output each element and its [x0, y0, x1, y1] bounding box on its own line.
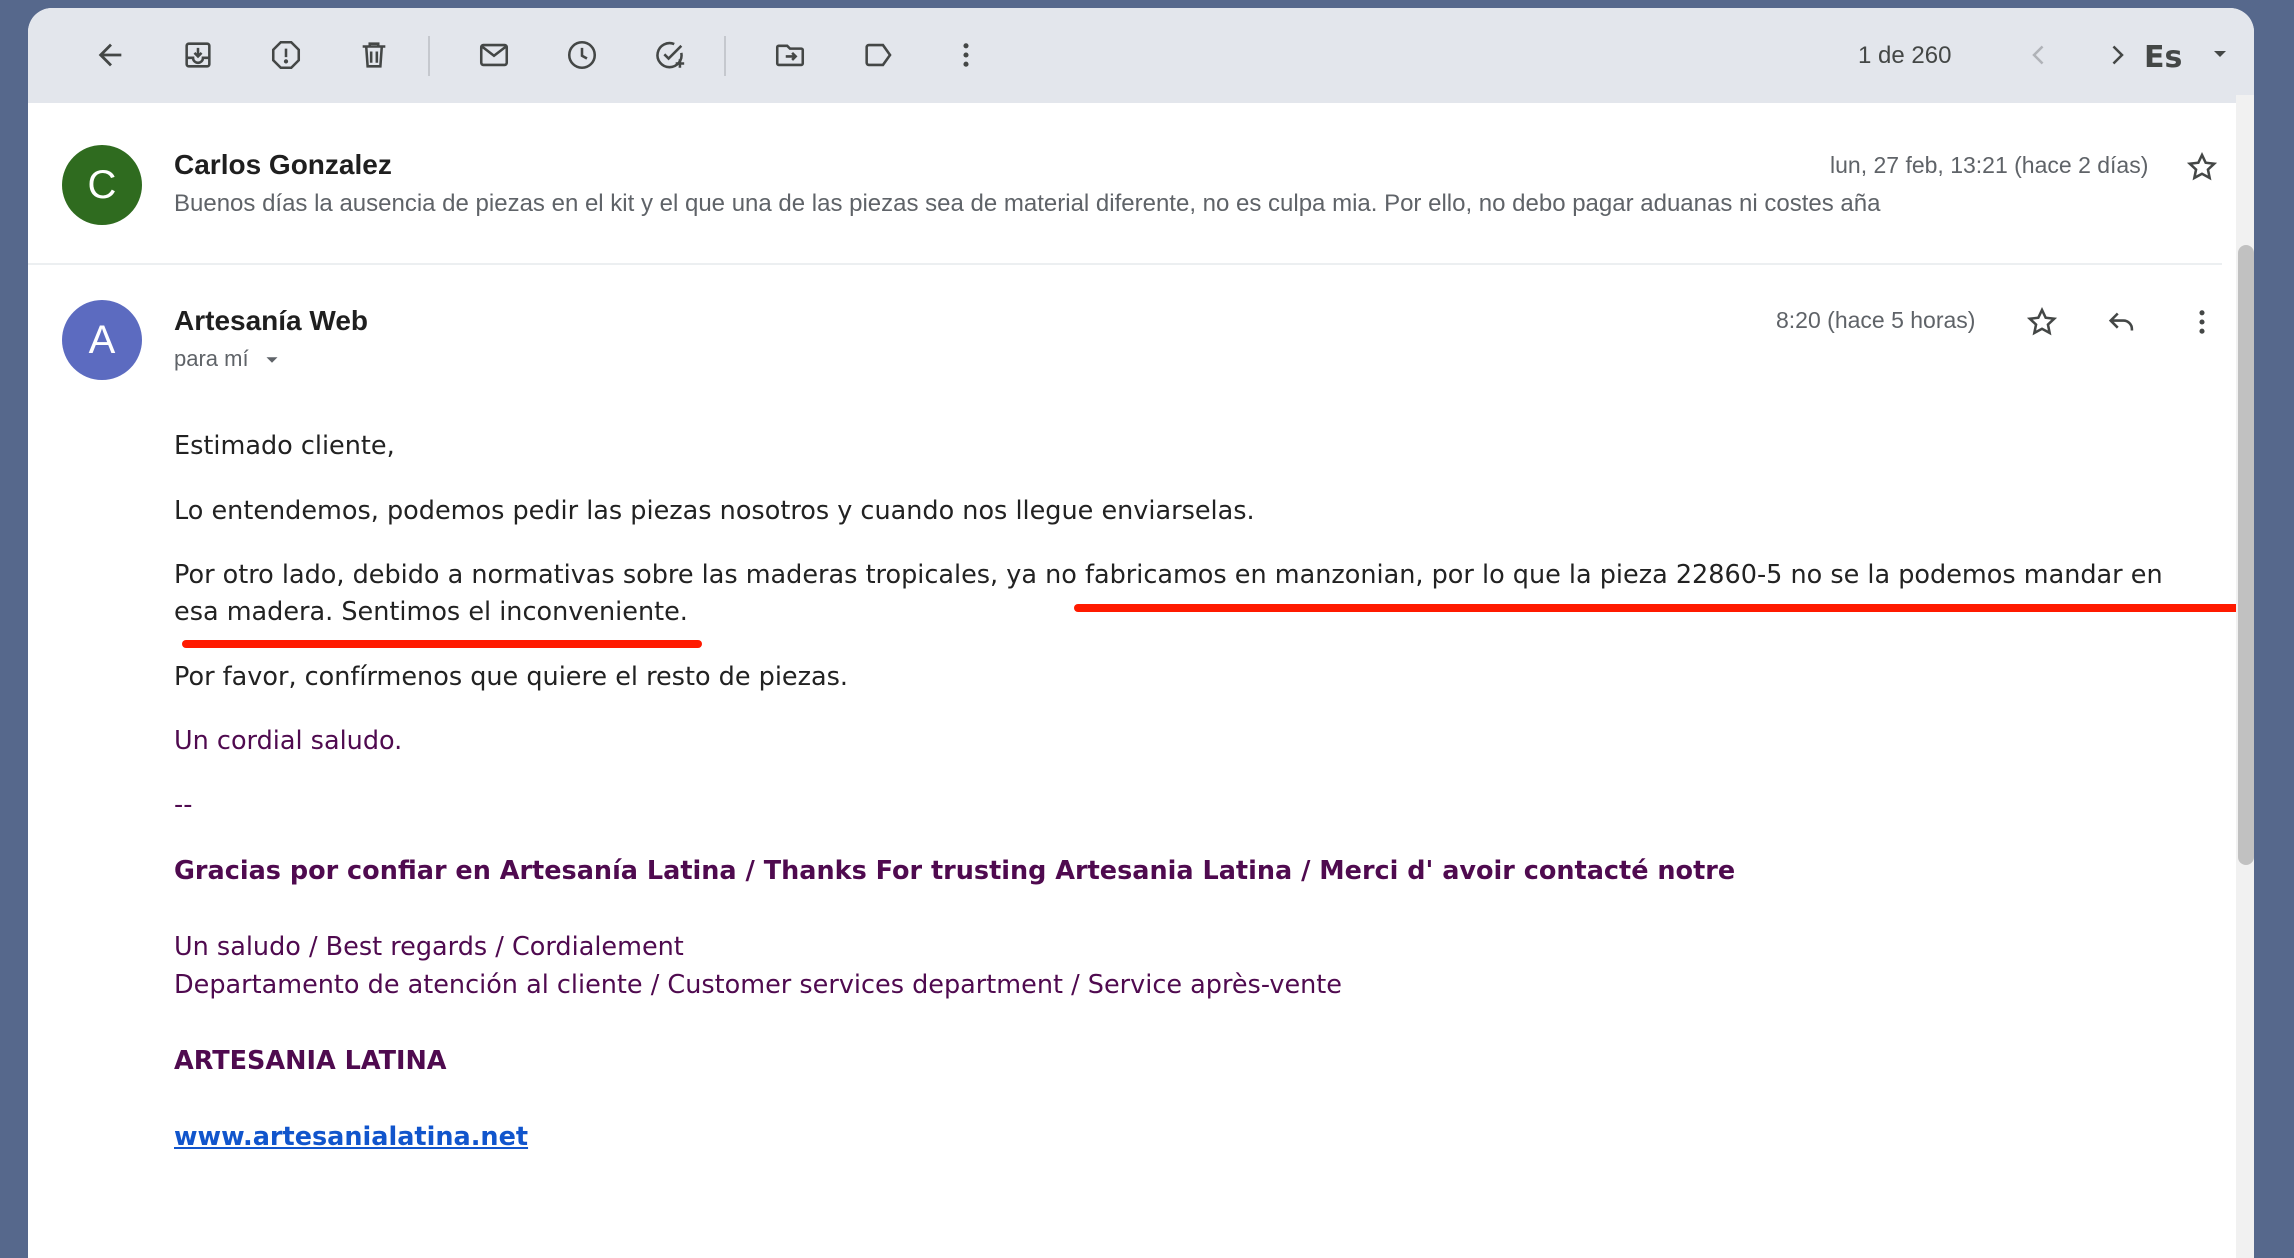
reply-icon[interactable]	[2102, 302, 2142, 342]
input-language-selector[interactable]: Es	[2144, 40, 2182, 75]
toolbar-divider	[724, 36, 726, 76]
star-icon[interactable]	[2182, 147, 2222, 187]
signature-company: ARTESANIA LATINA	[174, 1046, 447, 1076]
red-underline-annotation	[1074, 604, 2240, 612]
collapsed-message[interactable]: C Carlos Gonzalez Buenos días la ausenci…	[28, 103, 2222, 265]
message-snippet: Buenos días la ausencia de piezas en el …	[174, 190, 1881, 217]
toolbar-divider	[428, 36, 430, 76]
pager-count: 1 de 260	[1858, 42, 1952, 69]
delete-icon[interactable]	[350, 31, 398, 79]
scrollbar-thumb[interactable]	[2238, 245, 2254, 865]
more-vert-icon[interactable]	[942, 31, 990, 79]
avatar: A	[62, 300, 142, 380]
body-paragraph: Por favor, confírmenos que quiere el res…	[174, 662, 849, 692]
red-underline-annotation	[182, 640, 702, 648]
move-to-icon[interactable]	[766, 31, 814, 79]
message-date: 8:20 (hace 5 horas)	[1776, 307, 1976, 333]
older-chevron-icon[interactable]	[2093, 31, 2141, 79]
avatar: C	[62, 145, 142, 225]
message-date: lun, 27 feb, 13:21 (hace 2 días)	[1830, 152, 2149, 178]
caret-down-icon[interactable]	[2208, 42, 2232, 66]
signature-regards: Un saludo / Best regards / Cordialement	[174, 932, 684, 962]
caret-down-icon[interactable]	[261, 349, 283, 371]
star-icon[interactable]	[2022, 302, 2062, 342]
sender-name: Artesanía Web	[174, 305, 368, 336]
more-vert-icon[interactable]	[2182, 302, 2222, 342]
label-icon[interactable]	[854, 31, 902, 79]
archive-icon[interactable]	[174, 31, 222, 79]
recipient-line[interactable]: para mí	[174, 346, 283, 372]
email-toolbar: 1 de 260 Es	[28, 8, 2254, 103]
signature-website-link[interactable]: www.artesanialatina.net	[174, 1119, 528, 1155]
back-arrow-icon[interactable]	[86, 31, 134, 79]
recipient-label: para mí	[174, 346, 249, 371]
signature-separator: --	[174, 790, 193, 820]
newer-chevron-icon[interactable]	[2015, 31, 2063, 79]
snooze-icon[interactable]	[558, 31, 606, 79]
mark-unread-icon[interactable]	[470, 31, 518, 79]
email-window: 1 de 260 Es C Carlos Gonzalez Buenos día…	[28, 8, 2254, 1258]
report-spam-icon[interactable]	[262, 31, 310, 79]
signature-thanks: Gracias por confiar en Artesanía Latina …	[174, 856, 1736, 886]
sender-name: Carlos Gonzalez	[174, 149, 392, 180]
add-task-icon[interactable]	[646, 31, 694, 79]
body-paragraph: Lo entendemos, podemos pedir las piezas …	[174, 496, 1255, 526]
signature-department: Departamento de atención al cliente / Cu…	[174, 970, 1342, 1000]
greeting: Estimado cliente,	[174, 431, 395, 461]
closing: Un cordial saludo.	[174, 726, 403, 756]
body-paragraph: esa madera. Sentimos el inconveniente.	[174, 597, 688, 627]
body-paragraph: Por otro lado, debido a normativas sobre…	[174, 560, 2163, 590]
